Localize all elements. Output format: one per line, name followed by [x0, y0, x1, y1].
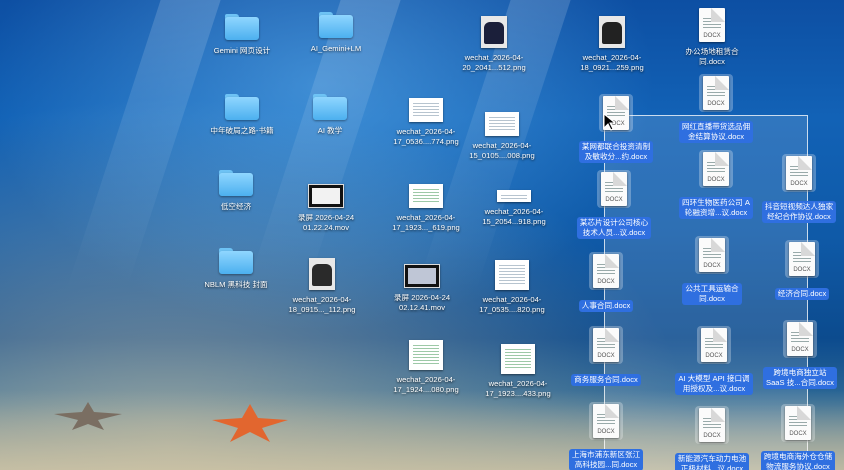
docx-icon: DOCX — [786, 156, 812, 190]
screenshot-icon — [409, 340, 443, 370]
file-douyin-agency[interactable]: DOCX 抖音短视频达人独家 经纪合作协议.docx — [745, 154, 844, 224]
photo-icon — [481, 16, 507, 48]
docx-icon: DOCX — [701, 328, 727, 362]
docx-icon: DOCX — [699, 8, 725, 42]
docx-icon: DOCX — [785, 406, 811, 440]
file-wechat-0535[interactable]: wechat_2026-04- 17_0535....820.png — [458, 260, 566, 317]
file-office-lease[interactable]: DOCX 办公场地租赁合 同.docx — [658, 8, 766, 69]
folder-icon — [219, 248, 253, 274]
folder-icon — [225, 14, 259, 40]
folder-ai-teaching[interactable]: AI 教学 — [276, 94, 384, 138]
file-wechat-0420[interactable]: wechat_2026-04- 20_2041...512.png — [440, 16, 548, 75]
folder-icon — [319, 12, 353, 38]
desktop[interactable]: Gemini 网页设计 AI_Gemini+LM 中年破局之路-书籍 AI 教学… — [0, 0, 844, 470]
movie-icon — [308, 184, 344, 208]
folder-icon — [225, 94, 259, 120]
file-joint-investment[interactable]: DOCX 某网都联合投资清制 及敏收分...约.docx — [562, 94, 670, 164]
docx-icon: DOCX — [593, 254, 619, 288]
screenshot-icon — [495, 260, 529, 290]
screenshot-icon — [501, 344, 535, 374]
file-overseas-warehouse[interactable]: DOCX 跨境电商海外仓仓储 物流服务协议.docx — [744, 404, 844, 470]
file-saas-contract[interactable]: DOCX 跨境电商独立站 SaaS 技...合同.docx — [746, 320, 844, 390]
docx-icon: DOCX — [787, 322, 813, 356]
starfish-orange — [212, 404, 288, 442]
docx-icon: DOCX — [601, 172, 627, 206]
docx-icon: DOCX — [703, 152, 729, 186]
file-wechat-0418a[interactable]: wechat_2026-04- 18_0921...259.png — [558, 16, 666, 75]
starfish-dark — [54, 402, 122, 430]
file-screenrec-0122[interactable]: 录屏 2026-04-24 01.22.24.mov — [272, 184, 380, 235]
mouse-pointer-icon — [603, 113, 615, 131]
folder-ai-gemini-lm[interactable]: AI_Gemini+LM — [282, 12, 390, 56]
photo-icon — [599, 16, 625, 48]
file-wechat-0105[interactable]: wechat_2026-04- 15_0105....008.png — [448, 112, 556, 163]
folder-icon — [219, 170, 253, 196]
docx-icon: DOCX — [593, 404, 619, 438]
file-economic-contract[interactable]: DOCX 经济合同.docx — [748, 240, 844, 301]
movie-icon — [404, 264, 440, 288]
file-chip-staff-agreement[interactable]: DOCX 某芯片设计公司核心 技术人员...议.docx — [560, 170, 668, 240]
docx-icon: DOCX — [593, 328, 619, 362]
screenshot-icon — [485, 112, 519, 136]
photo-icon — [309, 258, 335, 290]
file-wechat-2054[interactable]: wechat_2026-04- 15_2054...918.png — [460, 190, 568, 229]
docx-icon: DOCX — [703, 76, 729, 110]
screenshot-icon — [409, 98, 443, 122]
docx-icon: DOCX — [699, 238, 725, 272]
file-zhangjiang-park[interactable]: DOCX 上海市浦东新区张江 高科技园...同.docx — [552, 402, 660, 470]
folder-icon — [313, 94, 347, 120]
docx-icon: DOCX — [789, 242, 815, 276]
file-influencer-commission[interactable]: DOCX 网红直播带货选品佣 金结算协议.docx — [662, 74, 770, 144]
screenshot-icon — [497, 190, 531, 202]
file-wechat-0915[interactable]: wechat_2026-04- 18_0915..._112.png — [268, 258, 376, 317]
docx-icon: DOCX — [699, 408, 725, 442]
folder-gemini-web[interactable]: Gemini 网页设计 — [188, 14, 296, 58]
file-business-service[interactable]: DOCX 商务服务合同.docx — [552, 326, 660, 387]
screenshot-icon — [409, 184, 443, 208]
file-hr-contract[interactable]: DOCX 人事合同.docx — [552, 252, 660, 313]
